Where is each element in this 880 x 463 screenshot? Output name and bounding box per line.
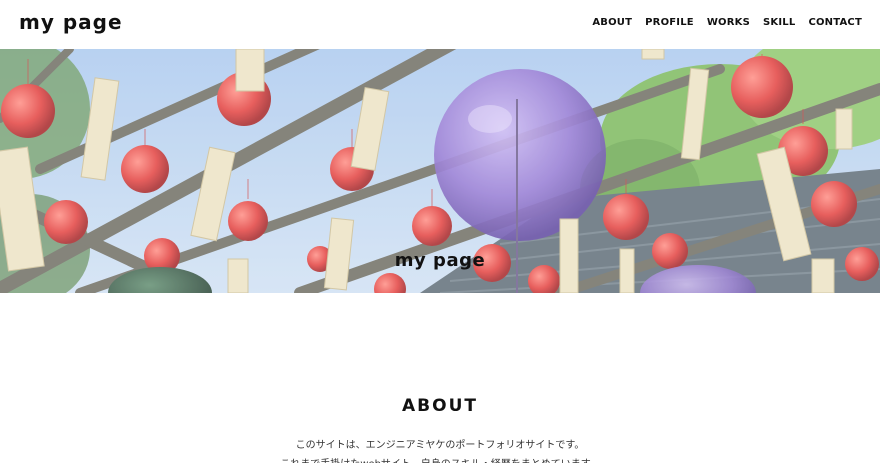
about-line: これまで手掛けたwebサイト、自身のスキル・経歴をまとめています。 xyxy=(0,455,880,463)
about-text: このサイトは、エンジニアミヤケのポートフォリオサイトです。 これまで手掛けたwe… xyxy=(0,436,880,463)
main-nav: ABOUT PROFILE WORKS SKILL CONTACT xyxy=(592,17,862,28)
nav-contact[interactable]: CONTACT xyxy=(808,17,862,28)
about-heading: ABOUT xyxy=(402,396,478,416)
about-line: このサイトは、エンジニアミヤケのポートフォリオサイトです。 xyxy=(295,440,585,451)
site-logo[interactable]: my page xyxy=(19,10,123,34)
hero-banner: my page xyxy=(0,49,880,293)
nav-skill[interactable]: SKILL xyxy=(763,17,795,28)
nav-about[interactable]: ABOUT xyxy=(592,17,632,28)
nav-works[interactable]: WORKS xyxy=(707,17,750,28)
hero-title: my page xyxy=(394,250,486,271)
nav-profile[interactable]: PROFILE xyxy=(645,17,694,28)
site-header: my page ABOUT PROFILE WORKS SKILL CONTAC… xyxy=(0,0,880,49)
